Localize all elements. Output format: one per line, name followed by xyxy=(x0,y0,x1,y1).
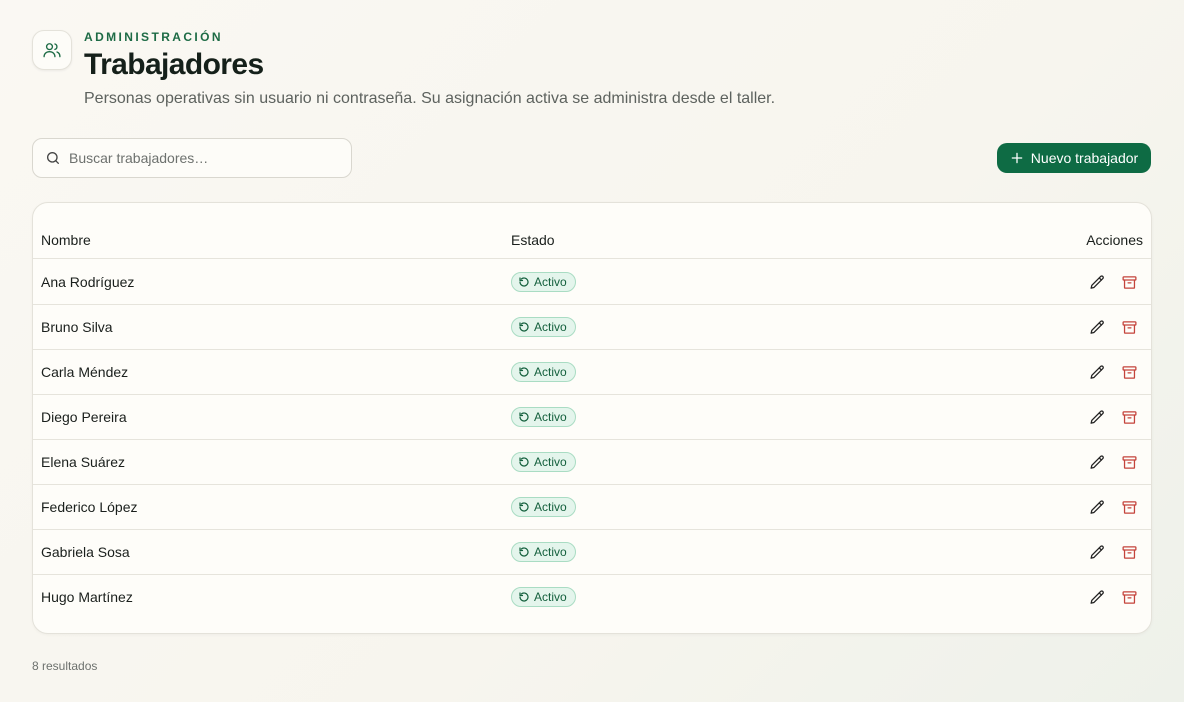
worker-name: Gabriela Sosa xyxy=(41,544,130,560)
refresh-icon xyxy=(518,276,530,288)
table-row: Federico López Activo xyxy=(33,485,1151,530)
pencil-icon[interactable] xyxy=(1087,272,1107,292)
status-badge: Activo xyxy=(511,497,576,517)
new-worker-button[interactable]: Nuevo trabajador xyxy=(997,143,1151,173)
worker-name: Bruno Silva xyxy=(41,319,113,335)
archive-icon[interactable] xyxy=(1119,587,1139,607)
results-count: 8 resultados xyxy=(32,659,98,673)
table-row: Ana Rodríguez Activo xyxy=(33,260,1151,305)
column-header-name: Nombre xyxy=(41,232,91,248)
archive-icon[interactable] xyxy=(1119,452,1139,472)
table-row: Elena Suárez Activo xyxy=(33,440,1151,485)
table-row: Bruno Silva Activo xyxy=(33,305,1151,350)
status-label: Activo xyxy=(534,500,567,514)
page-title: Trabajadores xyxy=(84,48,264,81)
users-icon xyxy=(32,30,72,70)
refresh-icon xyxy=(518,546,530,558)
status-badge: Activo xyxy=(511,362,576,382)
pencil-icon[interactable] xyxy=(1087,362,1107,382)
row-actions xyxy=(1087,407,1139,427)
row-actions xyxy=(1087,587,1139,607)
pencil-icon[interactable] xyxy=(1087,452,1107,472)
table-header: Nombre Estado Acciones xyxy=(33,223,1151,259)
refresh-icon xyxy=(518,456,530,468)
plus-icon xyxy=(1010,151,1024,165)
page-eyebrow: ADMINISTRACIÓN xyxy=(84,30,223,44)
status-label: Activo xyxy=(534,365,567,379)
new-worker-label: Nuevo trabajador xyxy=(1030,150,1139,166)
worker-name: Federico López xyxy=(41,499,138,515)
status-label: Activo xyxy=(534,455,567,469)
status-badge: Activo xyxy=(511,587,576,607)
refresh-icon xyxy=(518,366,530,378)
search-input[interactable] xyxy=(69,150,329,166)
column-header-state: Estado xyxy=(511,232,555,248)
row-actions xyxy=(1087,497,1139,517)
column-header-actions: Acciones xyxy=(1086,232,1143,248)
row-actions xyxy=(1087,542,1139,562)
worker-name: Ana Rodríguez xyxy=(41,274,135,290)
refresh-icon xyxy=(518,591,530,603)
status-label: Activo xyxy=(534,410,567,424)
archive-icon[interactable] xyxy=(1119,317,1139,337)
status-badge: Activo xyxy=(511,317,576,337)
row-actions xyxy=(1087,317,1139,337)
pencil-icon[interactable] xyxy=(1087,407,1107,427)
pencil-icon[interactable] xyxy=(1087,587,1107,607)
refresh-icon xyxy=(518,321,530,333)
search-icon xyxy=(45,150,61,166)
refresh-icon xyxy=(518,411,530,423)
table-row: Hugo Martínez Activo xyxy=(33,575,1151,620)
workers-table: Nombre Estado Acciones Ana Rodríguez Acti… xyxy=(32,202,1152,634)
page-header: ADMINISTRACIÓN Trabajadores Personas ope… xyxy=(32,28,775,108)
archive-icon[interactable] xyxy=(1119,407,1139,427)
status-badge: Activo xyxy=(511,542,576,562)
table-row: Gabriela Sosa Activo xyxy=(33,530,1151,575)
row-actions xyxy=(1087,452,1139,472)
status-badge: Activo xyxy=(511,452,576,472)
status-badge: Activo xyxy=(511,407,576,427)
archive-icon[interactable] xyxy=(1119,497,1139,517)
search-box[interactable] xyxy=(32,138,352,178)
table-row: Diego Pereira Activo xyxy=(33,395,1151,440)
pencil-icon[interactable] xyxy=(1087,317,1107,337)
status-label: Activo xyxy=(534,275,567,289)
pencil-icon[interactable] xyxy=(1087,542,1107,562)
status-label: Activo xyxy=(534,320,567,334)
worker-name: Elena Suárez xyxy=(41,454,126,470)
pencil-icon[interactable] xyxy=(1087,497,1107,517)
archive-icon[interactable] xyxy=(1119,362,1139,382)
status-badge: Activo xyxy=(511,272,576,292)
status-label: Activo xyxy=(534,590,567,604)
worker-name: Diego Pereira xyxy=(41,409,127,425)
archive-icon[interactable] xyxy=(1119,542,1139,562)
worker-name: Carla Méndez xyxy=(41,364,129,380)
archive-icon[interactable] xyxy=(1119,272,1139,292)
worker-name: Hugo Martínez xyxy=(41,589,133,605)
row-actions xyxy=(1087,272,1139,292)
table-row: Carla Méndez Activo xyxy=(33,350,1151,395)
refresh-icon xyxy=(518,501,530,513)
status-label: Activo xyxy=(534,545,567,559)
page-subtitle: Personas operativas sin usuario ni contr… xyxy=(84,90,776,107)
row-actions xyxy=(1087,362,1139,382)
